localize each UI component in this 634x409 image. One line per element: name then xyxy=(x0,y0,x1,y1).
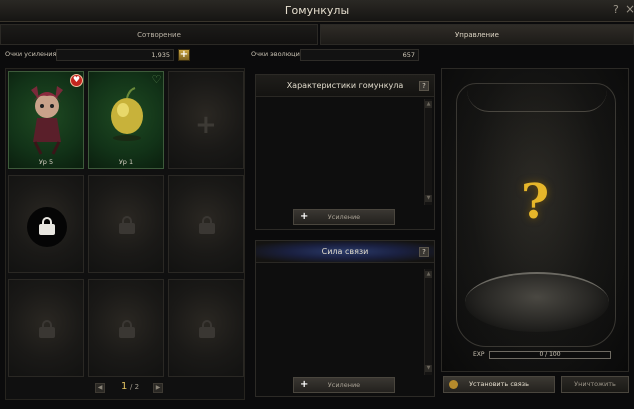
total-pages: / 2 xyxy=(130,383,140,391)
stats-scrollbar[interactable]: ▲ ▼ xyxy=(424,99,432,205)
slot-level: Ур 5 xyxy=(38,158,54,166)
add-homunculus-slot[interactable]: + xyxy=(168,71,244,169)
exp-progress-bar: 0 / 100 xyxy=(489,351,611,359)
bond-title-text: Сила связи xyxy=(321,247,369,256)
jar-image: ? xyxy=(456,83,616,347)
evolution-points-label: Очки эволюции xyxy=(251,50,305,58)
stats-boost-button[interactable]: + Усиление xyxy=(293,209,395,225)
lock-icon xyxy=(199,216,215,234)
close-icon[interactable]: × xyxy=(625,2,634,16)
exp-value: 0 / 100 xyxy=(539,351,561,358)
tab-bar: Сотворение Управление xyxy=(0,24,634,45)
locked-slot[interactable] xyxy=(168,279,244,377)
evolution-points-value: 657 xyxy=(300,49,419,61)
bond-icon xyxy=(449,380,458,389)
window-title: Гомункулы xyxy=(284,4,350,17)
favorite-heart-icon[interactable]: ♥ xyxy=(70,74,83,87)
lock-icon xyxy=(119,216,135,234)
bond-boost-button[interactable]: + Усиление xyxy=(293,377,395,393)
unknown-homunculus-icon: ? xyxy=(521,174,550,230)
establish-bond-button[interactable]: Установить связь xyxy=(443,376,555,393)
destroy-button[interactable]: Уничтожить xyxy=(561,376,629,393)
help-icon[interactable]: ? xyxy=(613,3,619,16)
add-boost-points-button[interactable]: + xyxy=(178,49,190,61)
homunculus-slots-panel: ♥ Ур 5 ♡ Ур 1 + ◀ 1 / 2 ▶ xyxy=(5,68,245,400)
pagination: ◀ 1 / 2 ▶ xyxy=(91,381,171,395)
boost-points-value: 1,935 xyxy=(56,49,174,61)
scroll-up-icon[interactable]: ▲ xyxy=(425,271,432,278)
tab-management[interactable]: Управление xyxy=(320,24,634,45)
bond-scrollbar[interactable]: ▲ ▼ xyxy=(424,269,432,375)
slot-level: Ур 1 xyxy=(118,158,134,166)
plus-icon: + xyxy=(300,379,309,390)
locked-slot[interactable] xyxy=(8,279,84,377)
bond-info-icon[interactable]: ? xyxy=(419,247,429,257)
locked-slot[interactable] xyxy=(168,175,244,273)
plus-icon: + xyxy=(300,211,309,222)
locked-slot[interactable] xyxy=(88,175,164,273)
locked-slot[interactable] xyxy=(88,279,164,377)
prev-page-button[interactable]: ◀ xyxy=(95,383,105,393)
stats-info-icon[interactable]: ? xyxy=(419,81,429,91)
homunculus-slot-1[interactable]: ♥ Ур 5 xyxy=(8,71,84,169)
scroll-down-icon[interactable]: ▼ xyxy=(425,195,432,202)
next-page-button[interactable]: ▶ xyxy=(153,383,163,393)
stats-panel-title: Характеристики гомункула xyxy=(256,75,434,97)
lock-icon xyxy=(39,320,55,338)
current-page: 1 xyxy=(121,381,128,392)
title-bar: Гомункулы ? × xyxy=(0,0,634,22)
points-row: Очки усиления 1,935 + Очки эволюции 657 xyxy=(0,48,634,64)
favorite-heart-outline-icon[interactable]: ♡ xyxy=(150,74,163,87)
bond-strength-panel: Сила связи ? ▲ ▼ + Усиление xyxy=(255,240,435,397)
boost-points-label: Очки усиления xyxy=(5,50,57,58)
locked-slot-highlight[interactable] xyxy=(8,175,84,273)
bond-panel-title: Сила связи xyxy=(256,241,434,263)
lock-icon xyxy=(27,207,67,247)
exp-label: EXP xyxy=(473,351,485,358)
stats-title-text: Характеристики гомункула xyxy=(286,81,404,90)
tab-creation[interactable]: Сотворение xyxy=(0,24,318,45)
plus-icon: + xyxy=(195,110,217,140)
bond-boost-label: Усиление xyxy=(327,381,361,389)
homunculus-slot-2[interactable]: ♡ Ур 1 xyxy=(88,71,164,169)
lock-icon xyxy=(199,320,215,338)
establish-bond-label: Установить связь xyxy=(469,380,529,388)
lock-icon xyxy=(119,320,135,338)
homunculus-preview-panel: ? xyxy=(441,68,629,372)
homunculus-stats-panel: Характеристики гомункула ? ▲ ▼ + Усилени… xyxy=(255,74,435,230)
scroll-up-icon[interactable]: ▲ xyxy=(425,101,432,108)
destroy-label: Уничтожить xyxy=(574,380,616,388)
stats-boost-label: Усиление xyxy=(327,213,361,221)
scroll-down-icon[interactable]: ▼ xyxy=(425,365,432,372)
